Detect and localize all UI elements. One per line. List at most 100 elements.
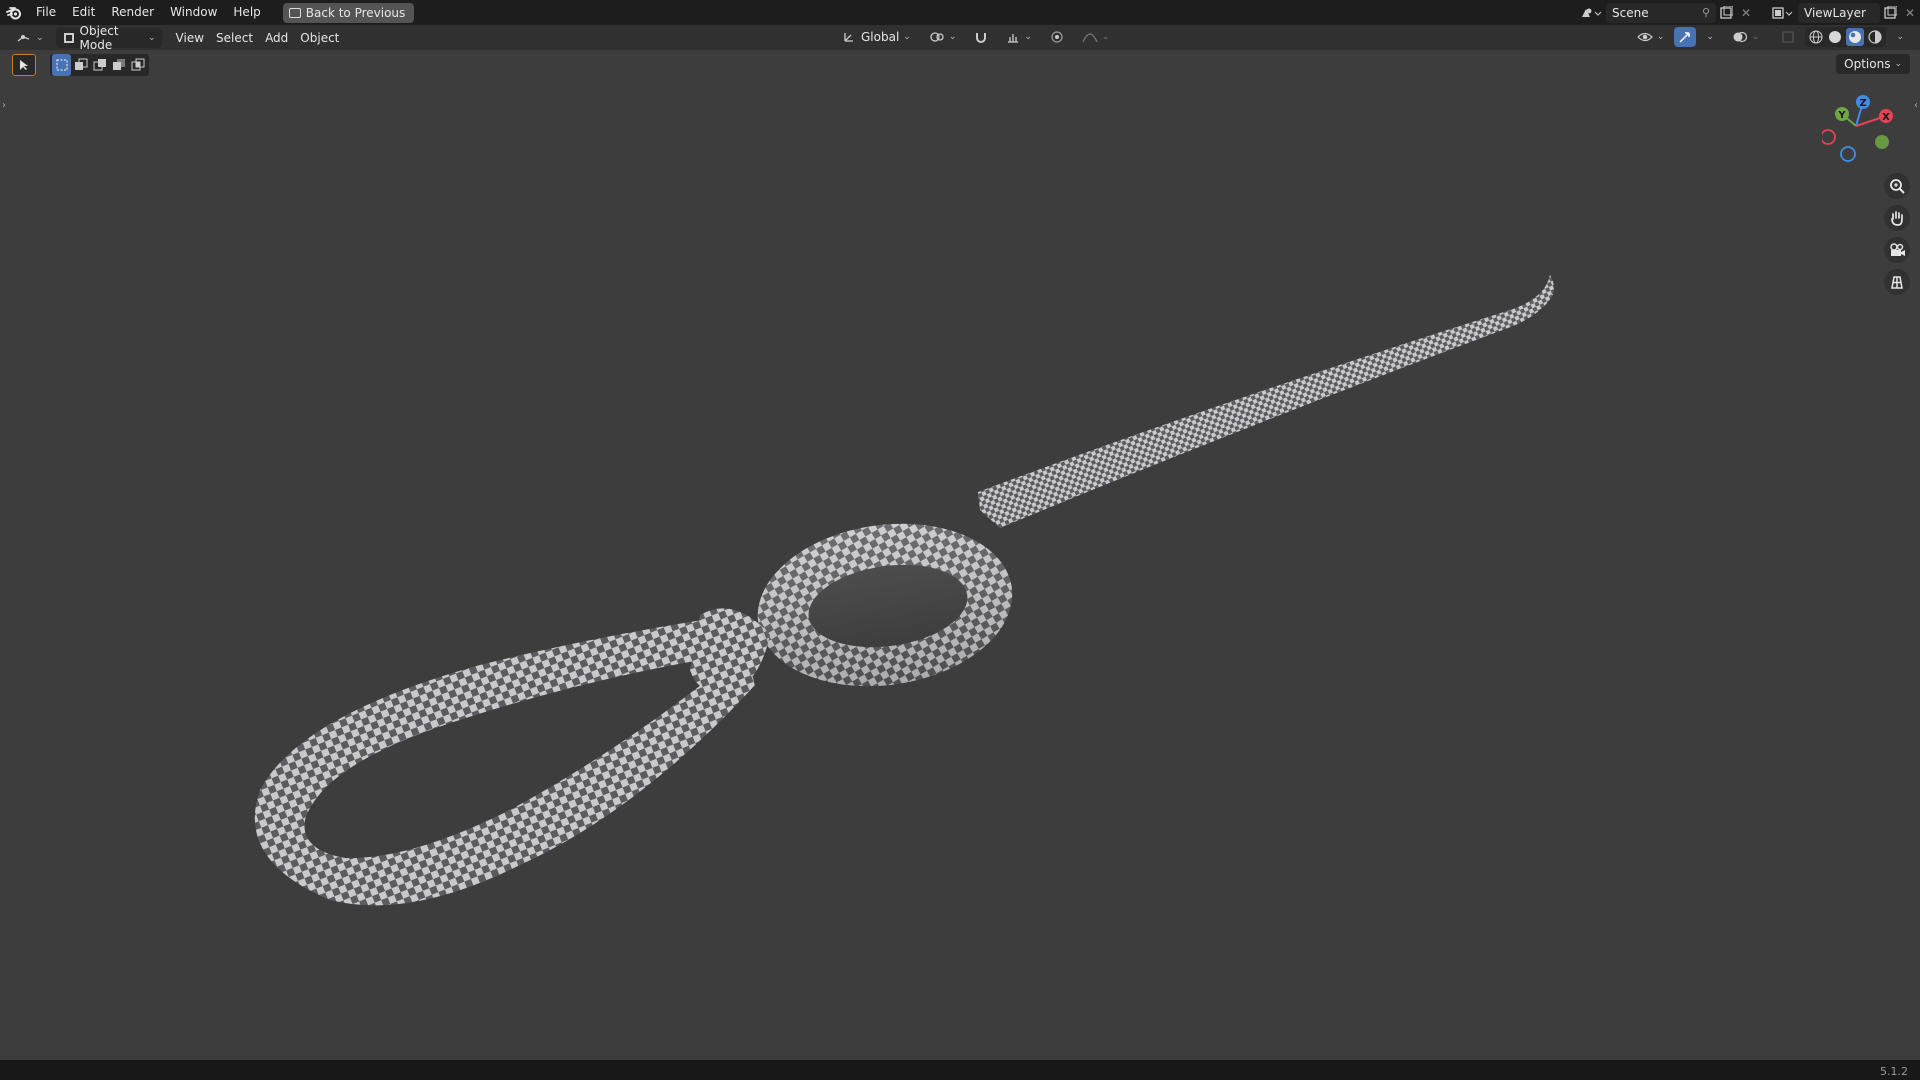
menu-edit[interactable]: Edit (64, 0, 103, 25)
overlays-toggle[interactable]: ⌄ (1726, 27, 1766, 47)
blender-logo-icon[interactable] (0, 0, 28, 25)
mode-label: Object Mode (79, 23, 119, 52)
version-label: 5.1.2 (1880, 1065, 1908, 1078)
menu-help[interactable]: Help (225, 0, 268, 25)
toolbar-expand-arrow-icon[interactable]: › (2, 100, 6, 111)
snap-increment-icon (1008, 34, 1019, 43)
back-to-previous-label: Back to Previous (305, 5, 406, 20)
overlays-icon (1733, 31, 1748, 43)
remove-view-layer-icon[interactable]: ✕ (1900, 3, 1920, 23)
new-view-layer-icon[interactable] (1880, 3, 1900, 23)
menu-render[interactable]: Render (103, 0, 162, 25)
scene-name-field[interactable]: Scene ⚲ (1606, 2, 1716, 23)
proportional-edit-icon (1051, 31, 1063, 43)
pivot-icon (930, 32, 944, 42)
eye-pointer-icon (1636, 32, 1653, 42)
tool-settings-row (12, 54, 149, 76)
view-layer-field[interactable]: ViewLayer (1798, 2, 1880, 23)
cursor-arrow-icon (20, 60, 28, 70)
menu-window[interactable]: Window (162, 0, 225, 25)
navigation-controls (1884, 173, 1910, 295)
proportional-falloff-selector[interactable]: ⌄ (1076, 27, 1116, 47)
select-subtract-mode[interactable] (90, 54, 109, 76)
select-invert-mode[interactable] (109, 54, 128, 76)
falloff-curve-icon (1082, 33, 1098, 43)
select-intersect-icon (131, 58, 144, 71)
rope-joint (690, 608, 770, 693)
rope-tail (985, 250, 1553, 493)
chevron-down-icon: ⌄ (903, 32, 911, 42)
menu-add[interactable]: Add (259, 28, 294, 48)
selectability-visibility-selector[interactable]: ⌄ (1631, 27, 1671, 47)
snap-target-selector[interactable]: ⌄ (1000, 27, 1038, 47)
scene-object-rope[interactable] (0, 50, 1920, 1060)
gizmo-neg-y-axis[interactable] (1875, 135, 1889, 149)
gizmo-y-label: Y (1837, 110, 1846, 121)
sidebar-expand-arrow-icon[interactable]: ‹ (1914, 100, 1918, 111)
scene-name: Scene (1612, 5, 1649, 20)
scene-selector-icon[interactable] (1576, 3, 1606, 23)
proportional-editing-toggle[interactable] (1044, 27, 1070, 47)
gizmo-options[interactable]: ⌄ (1700, 27, 1716, 47)
object-mode-icon (63, 32, 74, 43)
3d-viewport[interactable]: › ‹ (0, 50, 1920, 1060)
select-extend-icon (74, 58, 87, 70)
navigation-gizmo[interactable]: Z X Y (1822, 90, 1898, 166)
status-bar: 5.1.2 (0, 1060, 1920, 1080)
shading-mode-group (1805, 27, 1887, 47)
magnet-icon (976, 33, 987, 43)
pan-hand-icon[interactable] (1884, 205, 1910, 231)
remove-scene-icon[interactable]: ✕ (1736, 3, 1756, 23)
gizmo-icon (1679, 32, 1691, 43)
select-intersect-mode[interactable] (128, 54, 147, 76)
chevron-down-icon: ⌄ (1896, 32, 1904, 42)
view-layer-selector-icon[interactable] (1768, 3, 1798, 23)
screen-icon (288, 7, 301, 18)
chevron-down-icon: ⌄ (148, 32, 156, 43)
options-label: Options (1844, 57, 1891, 71)
menu-object[interactable]: Object (294, 28, 345, 48)
select-new-mode[interactable] (52, 54, 71, 76)
viewport-header: ⌄ Object Mode ⌄ View Select Add Object G… (0, 24, 1920, 52)
options-dropdown[interactable]: Options ⌄ (1836, 54, 1910, 74)
3d-viewport-icon (17, 34, 30, 42)
back-to-previous-button[interactable]: Back to Previous (282, 2, 415, 23)
view-layer-name: ViewLayer (1804, 5, 1866, 20)
select-tool[interactable] (12, 54, 36, 76)
editor-type-selector[interactable]: ⌄ (10, 28, 50, 48)
orientation-axes-icon (844, 33, 853, 42)
gizmo-toggle[interactable] (1674, 27, 1697, 47)
menu-view[interactable]: View (170, 28, 210, 48)
chevron-down-icon: ⌄ (1024, 32, 1032, 42)
select-subtract-icon (93, 59, 106, 71)
gizmo-z-label: Z (1859, 98, 1866, 109)
solid-shading-icon[interactable] (1827, 29, 1843, 45)
chevron-down-icon: ⌄ (1706, 32, 1714, 42)
select-extend-mode[interactable] (71, 54, 90, 76)
perspective-grid-icon[interactable] (1884, 269, 1910, 295)
material-preview-shading-icon[interactable] (1846, 28, 1865, 46)
wireframe-shading-icon[interactable] (1808, 29, 1824, 45)
transform-orientation-label: Global (861, 30, 900, 44)
new-scene-icon[interactable] (1716, 3, 1736, 23)
pin-icon[interactable]: ⚲ (1702, 6, 1710, 19)
gizmo-neg-z-axis[interactable] (1840, 146, 1856, 162)
chevron-down-icon: ⌄ (1751, 32, 1760, 42)
transform-orientation-selector[interactable]: Global ⌄ (836, 27, 917, 47)
snap-toggle[interactable] (968, 27, 994, 47)
rendered-shading-icon[interactable] (1867, 29, 1883, 45)
mode-selector[interactable]: Object Mode ⌄ (55, 24, 162, 52)
chevron-down-icon: ⌄ (1894, 59, 1902, 69)
shading-options[interactable]: ⌄ (1890, 27, 1906, 47)
menu-file[interactable]: File (28, 0, 64, 25)
xray-icon (1782, 31, 1795, 43)
chevron-down-icon: ⌄ (948, 32, 957, 42)
camera-icon[interactable] (1884, 237, 1910, 263)
select-new-icon (56, 59, 67, 71)
gizmo-neg-x-axis[interactable] (1822, 129, 1836, 145)
menu-select[interactable]: Select (210, 28, 259, 48)
chevron-down-icon: ⌄ (36, 32, 44, 43)
zoom-icon[interactable] (1884, 173, 1910, 199)
xray-toggle[interactable] (1775, 27, 1801, 47)
pivot-point-selector[interactable]: ⌄ (923, 27, 963, 47)
